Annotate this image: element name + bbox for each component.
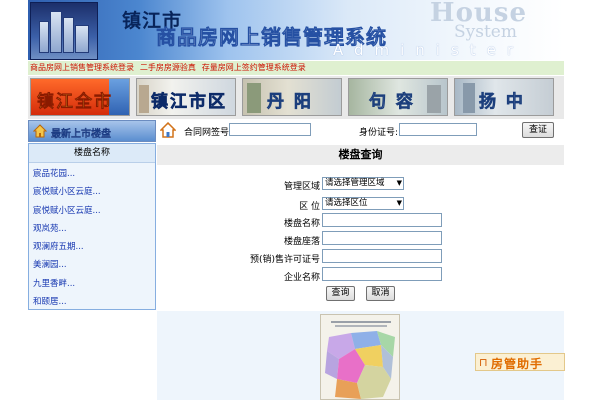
bottom-left-blank — [28, 311, 156, 400]
tab-label: 句 容 — [369, 92, 415, 113]
estate-link[interactable]: 九里香畔... — [33, 277, 75, 289]
top-links-bar: 商品房网上销售管理系统登录 二手房房源验真 存量房网上签约管理系统登录 — [28, 61, 564, 75]
estate-name-column-header: 楼盘名称 — [29, 144, 155, 163]
tab-label: 丹 阳 — [267, 92, 313, 113]
assistant-icon: ⊓ — [479, 356, 488, 369]
assistant-label: 房管助手 — [491, 357, 544, 371]
area-select-value: 请选择管理区域 — [325, 178, 385, 188]
link-new-house-login[interactable]: 商品房网上销售管理系统登录 — [30, 63, 134, 72]
district-nav: 镇江全市 镇江市区 丹 阳 句 容 扬 中 — [28, 76, 564, 119]
verify-button[interactable]: 查证 — [522, 122, 554, 138]
estate-link[interactable]: 宸悦赋小区云庭... — [33, 204, 101, 216]
cancel-button[interactable]: 取消 — [366, 286, 395, 301]
id-number-input[interactable] — [399, 123, 477, 136]
tab-zhenjiang-urban[interactable]: 镇江市区 — [136, 78, 236, 116]
banner-english-system: System — [454, 22, 517, 42]
estate-link[interactable]: 美澜园... — [33, 258, 67, 270]
new-listings-header: 最新上市楼盘 — [28, 120, 156, 142]
estate-link[interactable]: 观岚苑... — [33, 222, 67, 234]
city-skyline-logo — [30, 2, 98, 60]
contract-number-label: 合同网签号: — [184, 128, 233, 138]
district-select[interactable]: 请选择区位 ▼ — [322, 197, 404, 210]
estate-link[interactable]: 和颐居... — [33, 295, 67, 307]
tab-yangzhong[interactable]: 扬 中 — [454, 78, 554, 116]
estate-name-input[interactable] — [322, 213, 442, 227]
banner-english-administer: Administer — [333, 41, 525, 59]
id-number-label: 身份证号: — [359, 128, 399, 138]
estate-location-label: 楼盘座落 — [283, 237, 320, 247]
estate-link[interactable]: 宸悦赋小区云庭... — [33, 185, 101, 197]
tab-label: 镇江市区 — [151, 92, 227, 113]
tab-zhenjiang-all[interactable]: 镇江全市 — [30, 78, 130, 116]
estate-name-label: 楼盘名称 — [283, 219, 320, 229]
permit-number-input[interactable] — [322, 249, 442, 263]
query-title: 楼盘查询 — [157, 145, 564, 165]
tab-label: 扬 中 — [479, 92, 525, 113]
bottom-main-area: ⊓ 房管助手 — [157, 311, 565, 400]
estate-link[interactable]: 宸品花园... — [33, 167, 75, 179]
company-name-label: 企业名称 — [283, 273, 320, 283]
permit-number-label: 预(销)售许可证号 — [249, 255, 320, 265]
tab-label: 镇江全市 — [37, 92, 113, 113]
area-select[interactable]: 请选择管理区域 ▼ — [322, 177, 404, 190]
estate-query-panel: 楼盘查询 管理区域 请选择管理区域 ▼ 区 位 请选择区位 ▼ 楼盘名称 楼盘座… — [157, 143, 564, 310]
district-label: 区 位 — [299, 202, 320, 212]
estate-location-input[interactable] — [322, 231, 442, 245]
home-icon — [160, 122, 176, 138]
tab-jurong[interactable]: 句 容 — [348, 78, 448, 116]
estate-link[interactable]: 观澜府五期... — [33, 240, 84, 252]
new-listings-title: 最新上市楼盘 — [51, 129, 111, 140]
area-label: 管理区域 — [283, 182, 320, 192]
header-banner: 镇江市 商品房网上销售管理系统 House System Administer — [28, 0, 564, 60]
chevron-down-icon: ▼ — [396, 199, 402, 207]
district-map-graphic — [325, 321, 395, 399]
house-icon — [33, 124, 47, 138]
district-map-image[interactable] — [320, 314, 400, 400]
new-listings-panel: 楼盘名称 宸品花园... 宸悦赋小区云庭... 宸悦赋小区云庭... 观岚苑..… — [28, 143, 156, 310]
company-name-input[interactable] — [322, 267, 442, 281]
search-button[interactable]: 查询 — [326, 286, 355, 301]
contract-number-input[interactable] — [229, 123, 311, 136]
district-select-value: 请选择区位 — [325, 198, 368, 208]
tab-danyang[interactable]: 丹 阳 — [242, 78, 342, 116]
contract-verify-bar: 合同网签号: 身份证号: 查证 — [157, 120, 564, 142]
link-stock-house-login[interactable]: 存量房网上签约管理系统登录 — [202, 63, 306, 72]
housing-assistant-button[interactable]: ⊓ 房管助手 — [475, 353, 565, 371]
chevron-down-icon: ▼ — [396, 179, 402, 187]
link-second-hand-verify[interactable]: 二手房房源验真 — [140, 63, 196, 72]
